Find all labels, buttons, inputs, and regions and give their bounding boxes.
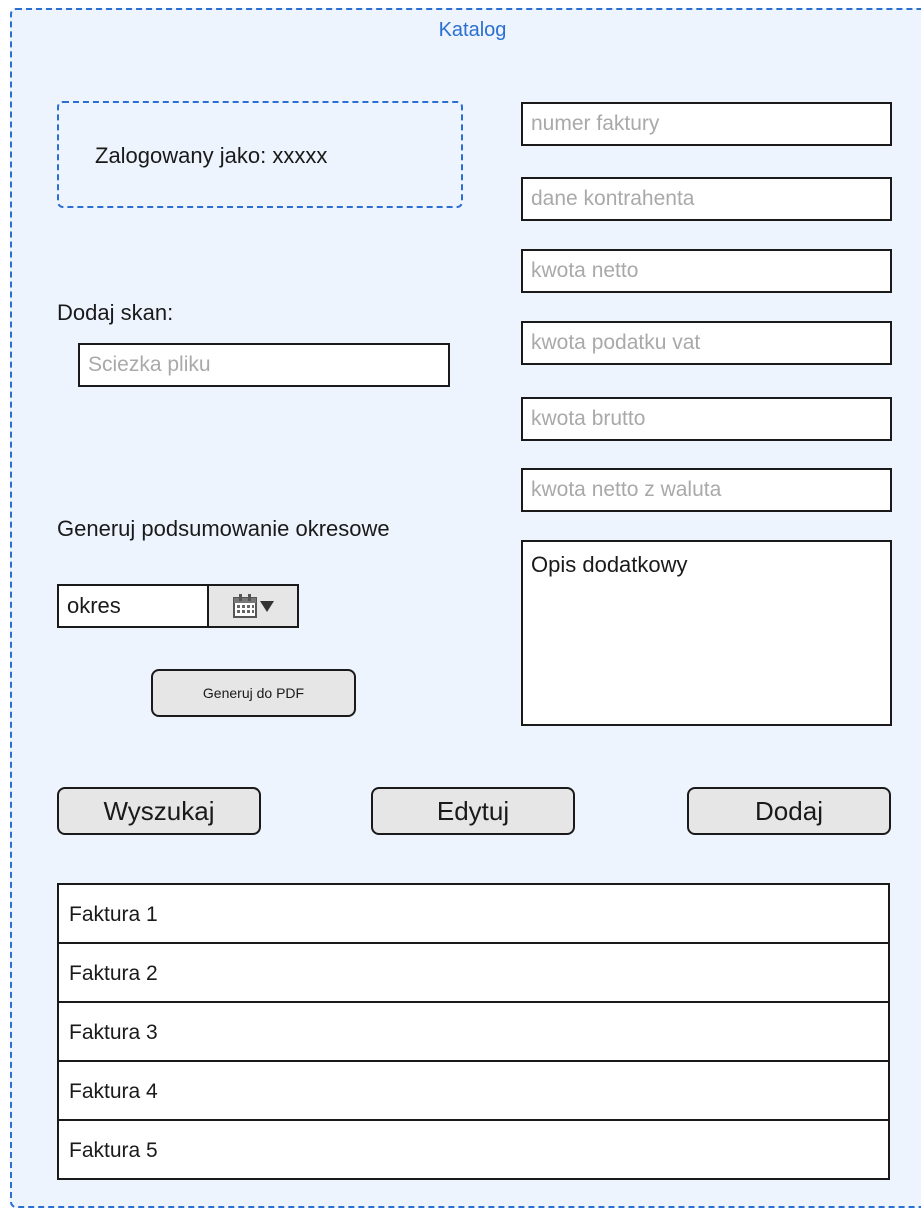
list-item[interactable]: Faktura 2: [59, 944, 888, 1003]
invoice-list: Faktura 1 Faktura 2 Faktura 3 Faktura 4 …: [57, 883, 890, 1180]
generate-pdf-button[interactable]: Generuj do PDF: [151, 669, 356, 717]
net-amount-currency-input[interactable]: [521, 468, 892, 512]
list-item[interactable]: Faktura 1: [59, 885, 888, 944]
edit-button[interactable]: Edytuj: [371, 787, 575, 835]
list-item[interactable]: Faktura 3: [59, 1003, 888, 1062]
vat-amount-input[interactable]: [521, 321, 892, 365]
contractor-data-input[interactable]: [521, 177, 892, 221]
net-amount-input[interactable]: [521, 249, 892, 293]
add-scan-label: Dodaj skan:: [57, 300, 174, 325]
logged-in-label: Zalogowany jako: xxxxx: [95, 143, 328, 168]
period-value: okres: [67, 593, 121, 618]
invoice-number-input[interactable]: [521, 102, 892, 146]
file-path-input[interactable]: [78, 343, 450, 387]
chevron-down-icon: [260, 600, 274, 612]
list-item[interactable]: Faktura 4: [59, 1062, 888, 1121]
periodic-summary-label: Generuj podsumowanie okresowe: [57, 516, 390, 541]
add-button[interactable]: Dodaj: [687, 787, 891, 835]
calendar-icon: [233, 594, 257, 618]
period-picker-toggle[interactable]: [207, 586, 297, 626]
gross-amount-input[interactable]: [521, 397, 892, 441]
panel-title: Katalog: [438, 19, 507, 41]
additional-description-field[interactable]: Opis dodatkowy: [521, 540, 892, 726]
list-item[interactable]: Faktura 5: [59, 1121, 888, 1178]
search-button[interactable]: Wyszukaj: [57, 787, 261, 835]
user-info-box: Zalogowany jako: xxxxx: [57, 101, 463, 208]
period-picker[interactable]: okres: [57, 584, 299, 628]
